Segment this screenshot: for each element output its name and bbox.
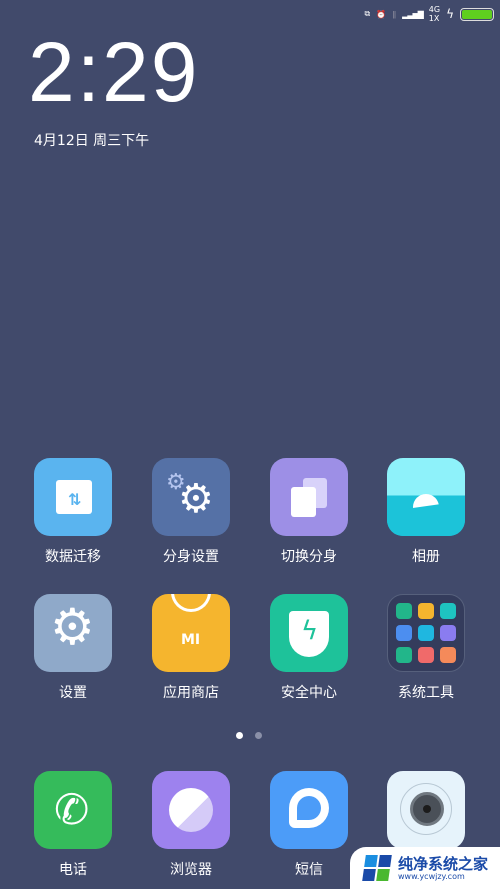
app-phone[interactable]: ✆ 电话	[18, 771, 128, 879]
battery-icon	[460, 7, 494, 21]
alarm-icon: ⏰	[376, 9, 387, 19]
app-browser[interactable]: 浏览器	[136, 771, 246, 879]
page-dot-1[interactable]	[236, 732, 243, 739]
data-transfer-icon: ⇅	[34, 458, 112, 536]
messages-icon	[270, 771, 348, 849]
app-label: 数据迁移	[45, 549, 101, 565]
settings-icon: ⚙	[34, 594, 112, 672]
gallery-icon	[387, 458, 465, 536]
phone-icon: ✆	[34, 771, 112, 849]
watermark-logo-icon	[362, 855, 392, 881]
watermark-url: www.ycwjzy.com	[398, 871, 465, 881]
app-label: 应用商店	[163, 685, 219, 701]
app-label: 设置	[59, 685, 87, 701]
gears-icon: ⚙ ⚙	[152, 458, 230, 536]
signal-icon: ▂▃▅▇	[402, 9, 424, 19]
clock-time: 2:29	[28, 25, 200, 119]
dual-window-icon: ⧉	[364, 9, 371, 18]
browser-icon	[152, 771, 230, 849]
vibrate-icon: ǁ	[392, 9, 397, 19]
switch-devices-icon	[270, 458, 348, 536]
clock-date: 4月12日 周三下午	[34, 133, 150, 149]
app-label: 切换分身	[281, 549, 337, 565]
charging-icon: ϟ	[446, 7, 454, 21]
status-bar: ⧉ ⏰ ǁ ▂▃▅▇ 4G 1X ϟ	[365, 4, 494, 24]
security-shield-icon: ϟ	[270, 594, 348, 672]
app-label: 分身设置	[163, 549, 219, 565]
camera-icon	[387, 771, 465, 849]
app-label: 电话	[59, 862, 87, 878]
app-camera[interactable]	[371, 771, 481, 859]
app-security[interactable]: ϟ 安全中心	[254, 594, 364, 702]
page-dot-2[interactable]	[255, 732, 262, 739]
app-label: 相册	[412, 549, 440, 565]
app-store[interactable]: MI 应用商店	[136, 594, 246, 702]
app-gallery[interactable]: 相册	[371, 458, 481, 566]
page-indicator	[236, 732, 262, 739]
app-label: 安全中心	[281, 685, 337, 701]
app-data-transfer[interactable]: ⇅ 数据迁移	[18, 458, 128, 566]
network-type: 4G	[428, 5, 441, 14]
app-label: 系统工具	[398, 685, 454, 701]
watermark: 纯净系统之家 www.ycwjzy.com	[350, 847, 500, 889]
watermark-title: 纯净系统之家	[398, 854, 489, 873]
app-dual-settings[interactable]: ⚙ ⚙ 分身设置	[136, 458, 246, 566]
mi-store-icon: MI	[152, 594, 230, 672]
app-messages[interactable]: 短信	[254, 771, 364, 879]
app-settings[interactable]: ⚙ 设置	[18, 594, 128, 702]
folder-icon	[387, 594, 465, 672]
app-label: 浏览器	[170, 862, 212, 878]
folder-system-tools[interactable]: 系统工具	[371, 594, 481, 702]
app-label: 短信	[295, 862, 323, 878]
network-type-2: 1X	[428, 14, 440, 23]
app-switch-space[interactable]: 切换分身	[254, 458, 364, 566]
